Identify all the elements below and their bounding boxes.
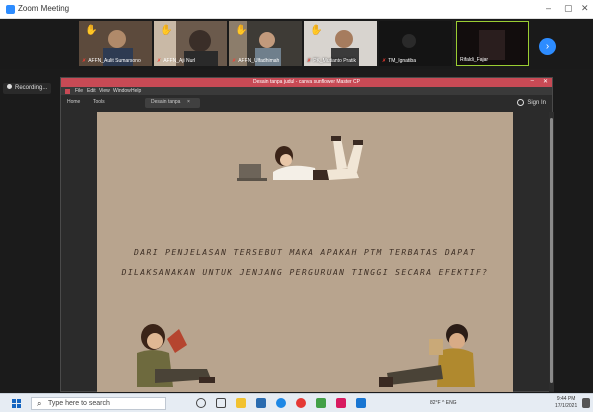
participant-tile[interactable]: ✋ ✗ AFFN_Aulit Sumarsono [79,21,152,66]
participant-tile[interactable]: ✗ TM_Ignatiba [379,21,452,66]
scrollbar-thumb[interactable] [550,118,553,383]
participant-name: AFFN_Aulit Sumarsono [88,58,141,64]
close-button[interactable]: ✕ [581,3,589,14]
restore-button[interactable]: ▢ [564,3,573,14]
file-explorer-icon[interactable] [236,398,246,408]
zoom-titlebar: Zoom Meeting – ▢ ✕ [0,0,593,19]
muted-mic-icon: ✗ [232,58,237,64]
browser-title: Desain tanpa judul - canva sunflower Mas… [253,79,360,85]
menu-item-help[interactable]: Help [131,88,141,94]
girl-reading-illustration [137,324,215,387]
presentation-slide: DARI PENJELASAN TERSEBUT MAKA APAKAH PTM… [97,112,513,392]
muted-mic-icon: ✗ [82,58,87,64]
store-icon[interactable] [256,398,266,408]
sign-in-link[interactable]: Sign In [527,100,546,106]
participant-tile[interactable]: ✋ ✗ AFFN_Aji Nurl [154,21,227,66]
system-tray[interactable]: 82°F ^ ENG [430,400,457,406]
app-icon [65,89,70,94]
chrome-icon[interactable] [296,398,306,408]
participant-name: PK_Mutianto Pratik [313,58,357,64]
taskbar-clock[interactable]: 9:44 PM 17/1/2021 [555,396,577,410]
participant-name: AFFN_Aji Nurl [163,58,196,64]
search-placeholder: Type here to search [48,400,110,407]
raised-hand-icon: ✋ [160,25,173,36]
app-icon-red[interactable] [336,398,346,408]
clock-date: 17/1/2021 [555,403,578,409]
raised-hand-icon: ✋ [310,25,323,36]
participant-tile[interactable]: ✋ ✗ PK_Mutianto Pratik [304,21,377,66]
browser-titlebar: Desain tanpa judul - canva sunflower Mas… [61,78,552,87]
browser-close-icon[interactable]: ✕ [543,78,548,85]
menu-item-file[interactable]: File [75,88,83,94]
tab-close-icon[interactable]: × [187,99,190,105]
cortana-icon[interactable] [196,398,206,408]
menu-item-view[interactable]: View [99,88,110,94]
window-title: Zoom Meeting [18,4,70,13]
minimize-button[interactable]: – [546,3,551,13]
participant-name: AFFN_Ulfadhimah [238,58,280,64]
search-icon: ⌕ [37,399,42,408]
shared-screen-window: Desain tanpa judul - canva sunflower Mas… [60,77,554,392]
edge-icon[interactable] [276,398,286,408]
recording-badge[interactable]: Recording... [3,83,52,94]
taskbar-search-box[interactable]: ⌕ Type here to search [31,397,166,410]
menu-item-window[interactable]: Window [113,88,131,94]
browser-minimize-icon[interactable]: – [531,78,534,84]
participant-strip: ✋ ✗ AFFN_Aulit Sumarsono ✋ ✗ AFFN_Aji Nurl… [0,19,593,69]
participant-name: Rifaldi_Fajar [460,57,489,63]
recording-label: Recording... [15,85,48,91]
tab-document[interactable]: Desain tanpa [151,99,180,105]
participant-tile-active[interactable]: Rifaldi_Fajar [456,21,529,66]
app-icon-green[interactable] [316,398,326,408]
tab-tools[interactable]: Tools [93,99,105,105]
boy-reading-illustration [379,324,475,387]
participant-tile[interactable]: ✋ ✗ AFFN_Ulfadhimah [229,21,302,66]
next-page-icon[interactable]: › [539,38,556,55]
record-dot-icon [7,84,12,89]
screen: Zoom Meeting – ▢ ✕ ✋ ✗ AFFN_Aulit Sumarso… [0,0,593,412]
help-icon [517,99,525,106]
slide-text-line-1: DARI PENJELASAN TERSEBUT MAKA APAKAH PTM… [134,248,476,257]
participant-name: TM_Ignatiba [388,58,416,64]
muted-mic-icon: ✗ [382,58,387,64]
browser-menubar: File Edit View Window Help [61,87,552,95]
zoom-logo-icon [6,5,15,14]
raised-hand-icon: ✋ [85,25,98,36]
notification-icon[interactable] [582,398,590,408]
zoom-taskbar-icon[interactable] [356,398,366,408]
windows-start-icon[interactable] [12,399,21,408]
menu-item-edit[interactable]: Edit [87,88,96,94]
task-view-icon[interactable] [216,398,226,408]
raised-hand-icon: ✋ [235,25,248,36]
taskbar: ⌕ Type here to search 82°F ^ ENG 9:44 PM… [0,393,593,412]
clock-time: 9:44 PM [556,396,576,402]
muted-mic-icon: ✗ [157,58,162,64]
slide-text-line-2: DILAKSANAKAN UNTUK JENJANG PERGURUAN TIN… [121,268,489,277]
tab-home[interactable]: Home [67,99,80,105]
girl-with-laptop-illustration [237,136,363,181]
browser-tabbar: Home Tools Desain tanpa × Sign In [61,95,552,111]
muted-mic-icon: ✗ [307,58,312,64]
